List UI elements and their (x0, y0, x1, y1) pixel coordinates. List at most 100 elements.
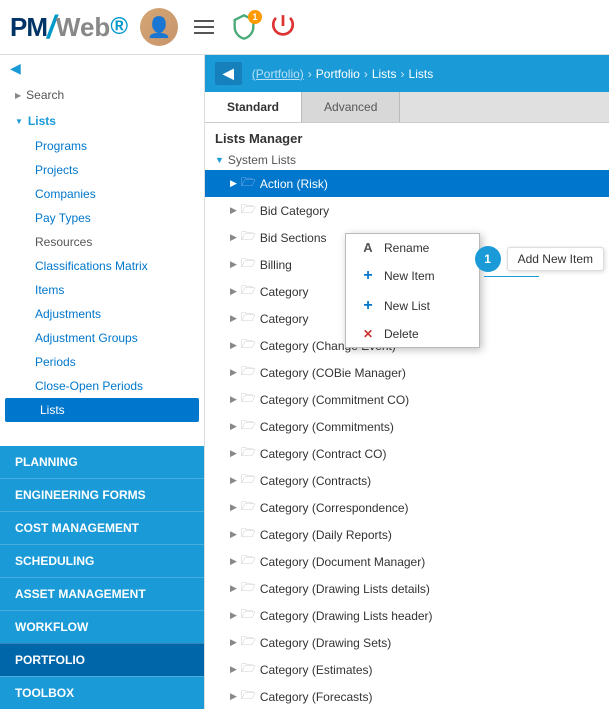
breadcrumb-sep3: › (401, 67, 405, 81)
header: PM / Web ® 👤 1 (0, 0, 609, 55)
sidebar-subitem-programs[interactable]: Programs (0, 134, 204, 158)
lists-label: Lists (28, 114, 56, 128)
list-item-forecasts[interactable]: ▶ 🗁 Category (Forecasts) (205, 683, 609, 709)
folder-icon: 🗁 (241, 659, 256, 680)
context-menu-delete[interactable]: ✕ Delete (346, 321, 479, 347)
tab-advanced[interactable]: Advanced (302, 92, 400, 122)
tooltip-text: Add New Item (507, 247, 604, 271)
expand-arrow-search: ▶ (15, 91, 21, 100)
item-label: Bid Category (260, 204, 329, 218)
power-button[interactable] (270, 13, 296, 42)
hamburger-line-3 (194, 32, 214, 34)
list-item-cobie[interactable]: ▶ 🗁 Category (COBie Manager) (205, 359, 609, 386)
sidebar-subitem-periods[interactable]: Periods (0, 350, 204, 374)
folder-icon: 🗁 (241, 173, 256, 194)
sidebar-section-portfolio[interactable]: PORTFOLIO (0, 643, 204, 676)
sidebar-subitem-lists-active[interactable]: Lists (5, 398, 199, 422)
expand-icon: ▶ (230, 394, 237, 405)
delete-icon: ✕ (360, 327, 376, 341)
item-label: Category (Contracts) (260, 474, 371, 488)
expand-icon: ▶ (230, 367, 237, 378)
context-menu-new-list[interactable]: + New List (346, 291, 479, 321)
item-label: Category (Document Manager) (260, 555, 425, 569)
shield-button[interactable]: 1 (230, 13, 258, 41)
lists-manager-title: Lists Manager (205, 123, 609, 150)
item-label: Category (Contract CO) (260, 447, 387, 461)
sidebar: ◀ ▶ Search ▼ Lists Programs Projects Com… (0, 55, 205, 709)
lists-manager: Lists Manager ▼ System Lists ▶ 🗁 Action … (205, 123, 609, 709)
item-label: Category (260, 312, 309, 326)
breadcrumb-portfolio-link[interactable]: (Portfolio) (252, 67, 304, 81)
sidebar-subitem-pay-types[interactable]: Pay Types (0, 206, 204, 230)
sidebar-section-toolbox[interactable]: TOOLBOX (0, 676, 204, 709)
list-item-doc-manager[interactable]: ▶ 🗁 Category (Document Manager) (205, 548, 609, 575)
folder-icon: 🗁 (241, 470, 256, 491)
hamburger-button[interactable] (190, 16, 218, 38)
sidebar-back[interactable]: ◀ (0, 55, 204, 82)
sidebar-subitem-adjustment-groups[interactable]: Adjustment Groups (0, 326, 204, 350)
breadcrumb-sep1: › (308, 67, 312, 81)
rename-label: Rename (384, 241, 429, 255)
tab-standard[interactable]: Standard (205, 92, 302, 122)
main-layout: ◀ ▶ Search ▼ Lists Programs Projects Com… (0, 55, 609, 709)
expand-icon: ▶ (230, 205, 237, 216)
sidebar-section-cost[interactable]: COST MANAGEMENT (0, 511, 204, 544)
back-button[interactable]: ◀ (215, 62, 242, 85)
sidebar-subitem-close-open[interactable]: Close-Open Periods (0, 374, 204, 398)
context-menu-rename[interactable]: A Rename (346, 234, 479, 261)
sidebar-item-lists[interactable]: ▼ Lists (0, 108, 204, 134)
sidebar-section-workflow[interactable]: WORKFLOW (0, 610, 204, 643)
breadcrumb-sep2: › (364, 67, 368, 81)
expand-icon: ▶ (230, 313, 237, 324)
list-item-drawing-sets[interactable]: ▶ 🗁 Category (Drawing Sets) (205, 629, 609, 656)
sidebar-section-engineering[interactable]: ENGINEERING FORMS (0, 478, 204, 511)
list-item-contracts[interactable]: ▶ 🗁 Category (Contracts) (205, 467, 609, 494)
list-item-daily-reports[interactable]: ▶ 🗁 Category (Daily Reports) (205, 521, 609, 548)
sidebar-subitem-items[interactable]: Items (0, 278, 204, 302)
new-list-label: New List (384, 299, 430, 313)
hamburger-line-2 (194, 26, 214, 28)
sidebar-subitem-projects[interactable]: Projects (0, 158, 204, 182)
item-label: Category (260, 285, 309, 299)
list-item-contract-co[interactable]: ▶ 🗁 Category (Contract CO) (205, 440, 609, 467)
list-item-drawing-details[interactable]: ▶ 🗁 Category (Drawing Lists details) (205, 575, 609, 602)
list-item-commitment-co[interactable]: ▶ 🗁 Category (Commitment CO) (205, 386, 609, 413)
sidebar-subitem-resources[interactable]: Resources (0, 230, 204, 254)
sidebar-subitem-companies[interactable]: Companies (0, 182, 204, 206)
tooltip-circle: 1 (475, 246, 501, 272)
sidebar-subitem-classifications[interactable]: Classifications Matrix (0, 254, 204, 278)
tooltip-bubble: 1 Add New Item (475, 246, 604, 272)
folder-icon: 🗁 (241, 632, 256, 653)
folder-icon: 🗁 (241, 389, 256, 410)
breadcrumb-lists2: Lists (409, 67, 434, 81)
expand-arrow-system: ▼ (215, 155, 224, 165)
sidebar-section-planning[interactable]: PLANNING (0, 446, 204, 478)
list-item-commitments[interactable]: ▶ 🗁 Category (Commitments) (205, 413, 609, 440)
folder-icon: 🗁 (241, 551, 256, 572)
sidebar-item-search[interactable]: ▶ Search (0, 82, 204, 108)
sidebar-sections: PLANNING ENGINEERING FORMS COST MANAGEME… (0, 446, 204, 709)
list-item-drawing-header[interactable]: ▶ 🗁 Category (Drawing Lists header) (205, 602, 609, 629)
shield-badge: 1 (248, 10, 262, 24)
folder-icon: 🗁 (241, 605, 256, 626)
list-item-row[interactable]: ▶ 🗁 Action (Risk) (205, 170, 609, 197)
system-lists-header[interactable]: ▼ System Lists (205, 150, 609, 170)
folder-icon: 🗁 (241, 200, 256, 221)
item-label: Category (Commitment CO) (260, 393, 409, 407)
back-arrow-icon: ◀ (10, 60, 21, 77)
item-label: Category (Daily Reports) (260, 528, 392, 542)
folder-icon: 🗁 (241, 524, 256, 545)
item-label: Category (Drawing Lists details) (260, 582, 430, 596)
hamburger-line-1 (194, 20, 214, 22)
list-item-correspondence[interactable]: ▶ 🗁 Category (Correspondence) (205, 494, 609, 521)
sidebar-section-asset[interactable]: ASSET MANAGEMENT (0, 577, 204, 610)
context-menu-new-item[interactable]: + New Item (346, 261, 479, 291)
expand-icon: ▶ (230, 637, 237, 648)
sidebar-section-scheduling[interactable]: SCHEDULING (0, 544, 204, 577)
sidebar-subitem-adjustments[interactable]: Adjustments (0, 302, 204, 326)
expand-icon: ▶ (230, 448, 237, 459)
avatar[interactable]: 👤 (140, 8, 178, 46)
list-item-bid-category[interactable]: ▶ 🗁 Bid Category (205, 197, 609, 224)
folder-icon: 🗁 (241, 335, 256, 356)
list-item-estimates[interactable]: ▶ 🗁 Category (Estimates) (205, 656, 609, 683)
